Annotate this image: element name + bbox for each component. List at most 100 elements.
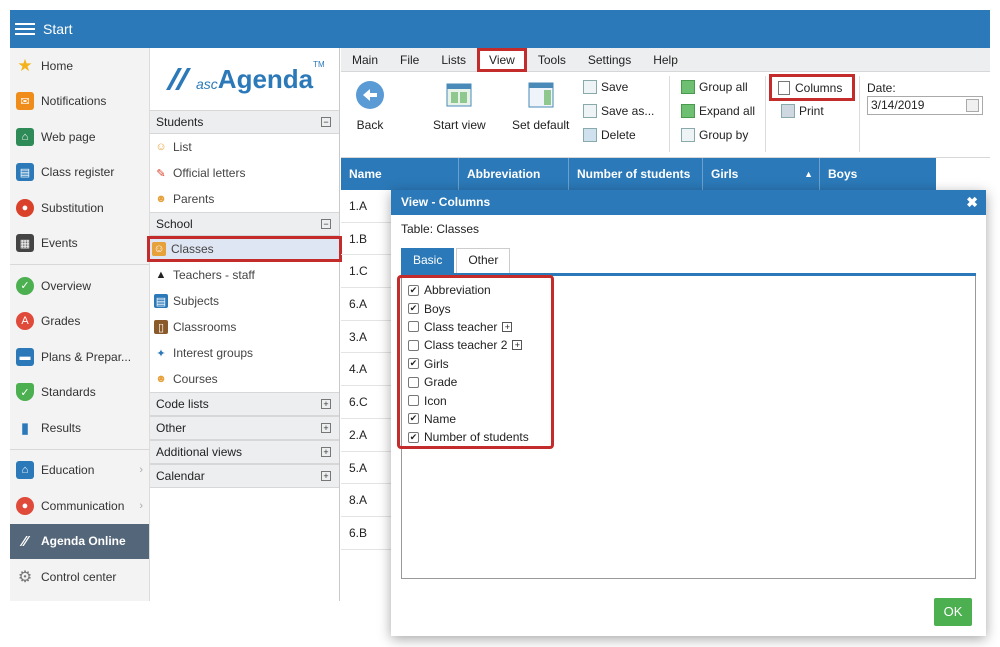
- ok-button[interactable]: OK: [934, 598, 972, 626]
- expand-icon[interactable]: +: [321, 447, 331, 457]
- nav-item-grades[interactable]: A Grades: [10, 304, 149, 340]
- expand-icon[interactable]: +: [321, 471, 331, 481]
- checkbox-unchecked[interactable]: [408, 321, 419, 333]
- menu-item-parents[interactable]: ☻ Parents: [150, 186, 339, 212]
- checkbox-checked[interactable]: ✔: [408, 284, 419, 296]
- calendar-icon[interactable]: [966, 99, 979, 112]
- column-option-icon[interactable]: Icon: [408, 391, 551, 409]
- nav-item-overview[interactable]: ✓ Overview: [10, 268, 149, 304]
- section-header-calendar[interactable]: Calendar +: [150, 464, 339, 488]
- date-input[interactable]: 3/14/2019: [867, 96, 983, 115]
- column-header-girls[interactable]: Girls ▲: [703, 158, 820, 190]
- nav-item-standards[interactable]: ✓ Standards: [10, 375, 149, 411]
- table-row[interactable]: 2.A: [341, 419, 391, 452]
- table-row[interactable]: 5.A: [341, 452, 391, 485]
- column-option-boys[interactable]: ✔ Boys: [408, 299, 551, 317]
- table-row[interactable]: 1.C: [341, 255, 391, 289]
- close-icon[interactable]: ✖: [966, 190, 978, 215]
- table-row[interactable]: 6.A: [341, 288, 391, 321]
- back-button[interactable]: Back: [355, 80, 385, 132]
- column-option-name[interactable]: ✔ Name: [408, 410, 551, 428]
- hamburger-menu-icon[interactable]: [15, 23, 35, 35]
- expand-icon[interactable]: +: [321, 399, 331, 409]
- section-header-other[interactable]: Other +: [150, 416, 339, 440]
- tab-other[interactable]: Other: [456, 248, 511, 273]
- column-option-abbreviation[interactable]: ✔ Abbreviation: [408, 281, 551, 299]
- expand-icon[interactable]: +: [502, 321, 513, 332]
- table-row[interactable]: 1.B: [341, 223, 391, 256]
- column-option-class-teacher-2[interactable]: Class teacher 2 +: [408, 336, 551, 354]
- expand-all-icon: [681, 104, 695, 118]
- table-row[interactable]: 6.B: [341, 517, 391, 550]
- save-button[interactable]: Save: [583, 80, 628, 94]
- checkbox-checked[interactable]: ✔: [408, 303, 419, 315]
- menu-item-subjects[interactable]: ▤ Subjects: [150, 288, 339, 314]
- menu-item-teachers-staff[interactable]: ▲ Teachers - staff: [150, 262, 339, 288]
- start-view-icon: [446, 83, 472, 107]
- delete-button[interactable]: Delete: [583, 128, 636, 142]
- menu-tools[interactable]: Tools: [527, 53, 577, 67]
- expand-icon[interactable]: +: [512, 340, 523, 351]
- checkbox-checked[interactable]: ✔: [408, 413, 419, 425]
- column-option-class-teacher[interactable]: Class teacher +: [408, 318, 551, 336]
- nav-item-agenda-online[interactable]: ⁄⁄ Agenda Online: [10, 523, 149, 559]
- table-row[interactable]: 8.A: [341, 484, 391, 517]
- start-view-button[interactable]: Start view: [433, 80, 486, 132]
- column-option-grade[interactable]: Grade: [408, 373, 551, 391]
- group-by-button[interactable]: Group by: [681, 128, 748, 142]
- menu-item-classrooms[interactable]: ▯ Classrooms: [150, 314, 339, 340]
- menu-item-classes[interactable]: ☺ Classes: [147, 236, 342, 262]
- dialog-table-label: Table: Classes: [401, 222, 480, 236]
- column-header-number-of-students[interactable]: Number of students: [569, 158, 703, 190]
- column-header-boys[interactable]: Boys: [820, 158, 936, 190]
- column-header-name[interactable]: Name: [341, 158, 459, 190]
- expand-icon[interactable]: +: [321, 423, 331, 433]
- nav-item-home[interactable]: ★ Home: [10, 48, 149, 84]
- column-header-abbreviation[interactable]: Abbreviation: [459, 158, 569, 190]
- table-row[interactable]: 1.A: [341, 190, 391, 223]
- nav-item-education[interactable]: ⌂ Education ›: [10, 453, 149, 489]
- tab-basic[interactable]: Basic: [401, 248, 455, 273]
- menu-file[interactable]: File: [389, 53, 430, 67]
- save-as-button[interactable]: Save as...: [583, 104, 654, 118]
- checkbox-checked[interactable]: ✔: [408, 358, 419, 370]
- nav-item-web-page[interactable]: ⌂ Web page: [10, 119, 149, 155]
- nav-item-class-register[interactable]: ▤ Class register: [10, 155, 149, 191]
- collapse-icon[interactable]: −: [321, 117, 331, 127]
- table-row[interactable]: 4.A: [341, 353, 391, 387]
- checkbox-unchecked[interactable]: [408, 395, 419, 407]
- print-button[interactable]: Print: [781, 104, 824, 118]
- section-header-additional-views[interactable]: Additional views +: [150, 440, 339, 464]
- nav-item-notifications[interactable]: ✉ Notifications: [10, 84, 149, 120]
- section-header-school[interactable]: School −: [150, 212, 339, 236]
- column-option-number-of-students[interactable]: ✔ Number of students: [408, 428, 551, 446]
- table-row[interactable]: 6.C: [341, 386, 391, 419]
- group-all-button[interactable]: Group all: [681, 80, 748, 94]
- section-header-students[interactable]: Students −: [150, 110, 339, 134]
- set-default-button[interactable]: Set default: [512, 80, 569, 132]
- checkbox-unchecked[interactable]: [408, 339, 419, 351]
- nav-item-control-center[interactable]: ⚙ Control center: [10, 559, 149, 595]
- menu-lists[interactable]: Lists: [430, 53, 477, 67]
- collapse-icon[interactable]: −: [321, 219, 331, 229]
- menu-item-interest-groups[interactable]: ✦ Interest groups: [150, 340, 339, 366]
- menu-main[interactable]: Main: [341, 53, 389, 67]
- checkbox-checked[interactable]: ✔: [408, 431, 419, 443]
- menu-settings[interactable]: Settings: [577, 53, 642, 67]
- table-row[interactable]: 3.A: [341, 321, 391, 354]
- menu-item-courses[interactable]: ☻ Courses: [150, 366, 339, 392]
- menu-item-official-letters[interactable]: ✎ Official letters: [150, 160, 339, 186]
- menu-item-list[interactable]: ☺ List: [150, 134, 339, 160]
- nav-item-results[interactable]: ▮ Results: [10, 410, 149, 446]
- nav-item-substitution[interactable]: ● Substitution: [10, 190, 149, 226]
- checkbox-unchecked[interactable]: [408, 376, 419, 388]
- expand-all-button[interactable]: Expand all: [681, 104, 755, 118]
- nav-item-communication[interactable]: ● Communication ›: [10, 488, 149, 524]
- section-header-code-lists[interactable]: Code lists +: [150, 392, 339, 416]
- columns-button[interactable]: Columns: [769, 74, 855, 101]
- nav-item-plans[interactable]: ▬ Plans & Prepar...: [10, 339, 149, 375]
- column-option-girls[interactable]: ✔ Girls: [408, 355, 551, 373]
- menu-help[interactable]: Help: [642, 53, 689, 67]
- nav-item-events[interactable]: ▦ Events: [10, 226, 149, 262]
- menu-view[interactable]: View: [477, 47, 527, 72]
